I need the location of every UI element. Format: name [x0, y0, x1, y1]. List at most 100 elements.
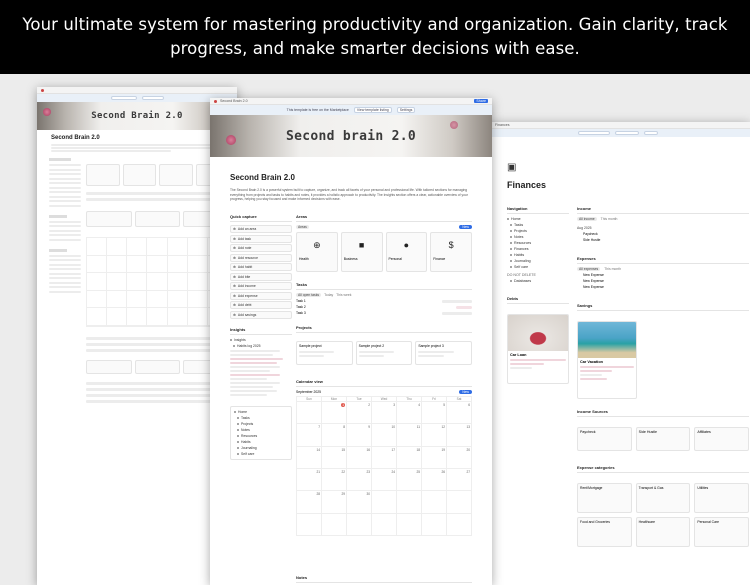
nav-item-projects[interactable]: Projects [507, 229, 569, 233]
category-transport[interactable]: Transport & Gas [635, 483, 691, 513]
calendar-day-cell[interactable]: 25 [397, 469, 422, 492]
area-card-business[interactable]: ■ Business [340, 232, 383, 272]
calendar-day-cell[interactable]: 18 [397, 446, 422, 469]
calendar-day-cell[interactable] [322, 513, 347, 536]
right-tab-title[interactable]: Finances [495, 123, 510, 127]
nav-item-home[interactable]: Home [507, 217, 569, 221]
category-food[interactable]: Food and Groceries [577, 517, 632, 547]
calendar-day-cell[interactable]: 23 [347, 469, 372, 492]
calendar-day-cell[interactable]: 12 [422, 424, 447, 447]
calendar-day-cell[interactable]: 6 [447, 402, 472, 425]
calendar-day-cell[interactable]: 28 [297, 491, 322, 514]
center-tab-title[interactable]: Second Brain 2.0 [220, 99, 248, 103]
savings-card[interactable]: Car Vacation [577, 321, 637, 399]
expense-row-1[interactable]: New Expense [577, 273, 749, 277]
calendar-day-cell[interactable] [447, 513, 472, 536]
areas-new-button[interactable]: New [459, 225, 472, 229]
calendar-day-cell[interactable]: 5 [422, 402, 447, 425]
project-card-3[interactable]: Sample project 3 [415, 341, 472, 365]
project-card-1[interactable]: Sample project [296, 341, 353, 365]
income-row-paycheck[interactable]: Paycheck [577, 232, 749, 236]
calendar-day-cell[interactable]: 27 [447, 469, 472, 492]
calendar-day-cell[interactable] [422, 513, 447, 536]
calendar-day-cell[interactable]: 24 [372, 469, 397, 492]
insights-item-2[interactable]: Habits log 2025 [230, 344, 292, 348]
home-nav-journaling[interactable]: Journaling [234, 446, 288, 450]
calendar-day-cell[interactable] [397, 491, 422, 514]
quick-add-area[interactable]: ⊕ Add an area [230, 225, 292, 233]
calendar-day-cell[interactable]: 2 [347, 402, 372, 425]
category-rent[interactable]: Rent/Mortgage [577, 483, 632, 513]
nav-item-self-care[interactable]: Self care [507, 265, 569, 269]
task-row-1[interactable]: Task 1 [296, 299, 472, 303]
home-nav-notes[interactable]: Notes [234, 428, 288, 432]
quick-add-resource[interactable]: ⊕ Add resource [230, 253, 292, 262]
nav-item-tasks[interactable]: Tasks [507, 223, 569, 227]
expense-row-3[interactable]: New Expense [577, 285, 749, 289]
settings-button[interactable]: Settings [396, 107, 416, 113]
calendar-day-cell[interactable]: 26 [422, 469, 447, 492]
task-row-3[interactable]: Task 3 [296, 311, 472, 315]
nav-item-resources[interactable]: Resources [507, 241, 569, 245]
quick-add-note[interactable]: ⊕ Add note [230, 244, 292, 252]
income-source-paycheck[interactable]: Paycheck [577, 427, 632, 451]
quick-add-debt[interactable]: ⊕ Add debt [230, 301, 292, 309]
view-listing-button[interactable]: View template listing [353, 107, 392, 113]
calendar-day-cell[interactable] [347, 513, 372, 536]
home-nav-home[interactable]: Home [234, 410, 288, 414]
area-card-health[interactable]: ⊕ Health [296, 232, 338, 272]
quick-add-bite[interactable]: ⊕ Add bite [230, 272, 292, 281]
category-healthcare[interactable]: Healthcare [635, 517, 691, 547]
calendar-day-cell[interactable]: 30 [347, 491, 372, 514]
car-loan-card[interactable]: Car Loan [507, 314, 569, 384]
income-source-affiliates[interactable]: Affiliates [694, 427, 749, 451]
calendar-day-cell[interactable]: 21 [297, 469, 322, 492]
calendar-day-cell[interactable]: 14 [297, 446, 322, 469]
calendar-new-button[interactable]: New [459, 390, 472, 394]
quick-add-habit[interactable]: ⊕ Add habit [230, 263, 292, 271]
calendar-day-cell[interactable]: 7 [297, 424, 322, 447]
calendar-day-cell[interactable]: 17 [372, 446, 397, 469]
calendar-day-cell[interactable]: 20 [447, 446, 472, 469]
calendar-day-cell[interactable]: 3 [372, 402, 397, 425]
category-personal-care[interactable]: Personal Care [694, 517, 749, 547]
income-source-side-hustle[interactable]: Side Hustle [635, 427, 691, 451]
calendar-day-cell[interactable] [447, 491, 472, 514]
income-row-1[interactable]: Aug 2025 [577, 226, 749, 230]
quick-add-expense[interactable]: ⊕ Add expense [230, 291, 292, 300]
calendar-day-cell[interactable] [297, 513, 322, 536]
calendar-day-cell[interactable] [372, 491, 397, 514]
quick-add-task[interactable]: ⊕ Add task [230, 234, 292, 243]
calendar-day-cell[interactable]: 13 [447, 424, 472, 447]
nav-item-finances[interactable]: Finances [507, 247, 569, 251]
nav-item-notes[interactable]: Notes [507, 235, 569, 239]
calendar-day-cell[interactable]: 10 [372, 424, 397, 447]
area-card-finance[interactable]: $ Finance [430, 232, 472, 272]
nav-item-habits[interactable]: Habits [507, 253, 569, 257]
home-nav-habits[interactable]: Habits [234, 440, 288, 444]
calendar-day-cell[interactable] [372, 513, 397, 536]
area-card-personal[interactable]: ● Personal [385, 232, 428, 272]
home-nav-self-care[interactable]: Self care [234, 452, 288, 456]
expense-row-2[interactable]: New Expense [577, 279, 749, 283]
calendar-day-cell[interactable]: 29 [322, 491, 347, 514]
calendar-day-cell[interactable]: 8 [322, 424, 347, 447]
calendar-day-cell[interactable]: 11 [397, 424, 422, 447]
calendar-day-cell[interactable] [397, 513, 422, 536]
calendar-day-cell[interactable] [297, 402, 322, 425]
quick-add-savings[interactable]: ⊕ Add savings [230, 310, 292, 319]
home-nav-resources[interactable]: Resources [234, 434, 288, 438]
project-card-2[interactable]: Sample project 2 [355, 341, 413, 365]
income-row-side-hustle[interactable]: Side Hustle [577, 238, 749, 242]
quick-add-income[interactable]: ⊕ Add income [230, 282, 292, 290]
calendar-day-cell[interactable]: 4 [397, 402, 422, 425]
task-row-2[interactable]: Task 2 [296, 305, 472, 309]
nav-item-journaling[interactable]: Journaling [507, 259, 569, 263]
calendar-day-cell[interactable]: 22 [322, 469, 347, 492]
calendar-day-cell[interactable]: 19 [422, 446, 447, 469]
calendar-day-cell[interactable]: 16 [347, 446, 372, 469]
category-utilities[interactable]: Utilities [694, 483, 749, 513]
calendar-day-cell[interactable]: 9 [347, 424, 372, 447]
calendar-day-cell[interactable] [422, 491, 447, 514]
home-nav-projects[interactable]: Projects [234, 422, 288, 426]
